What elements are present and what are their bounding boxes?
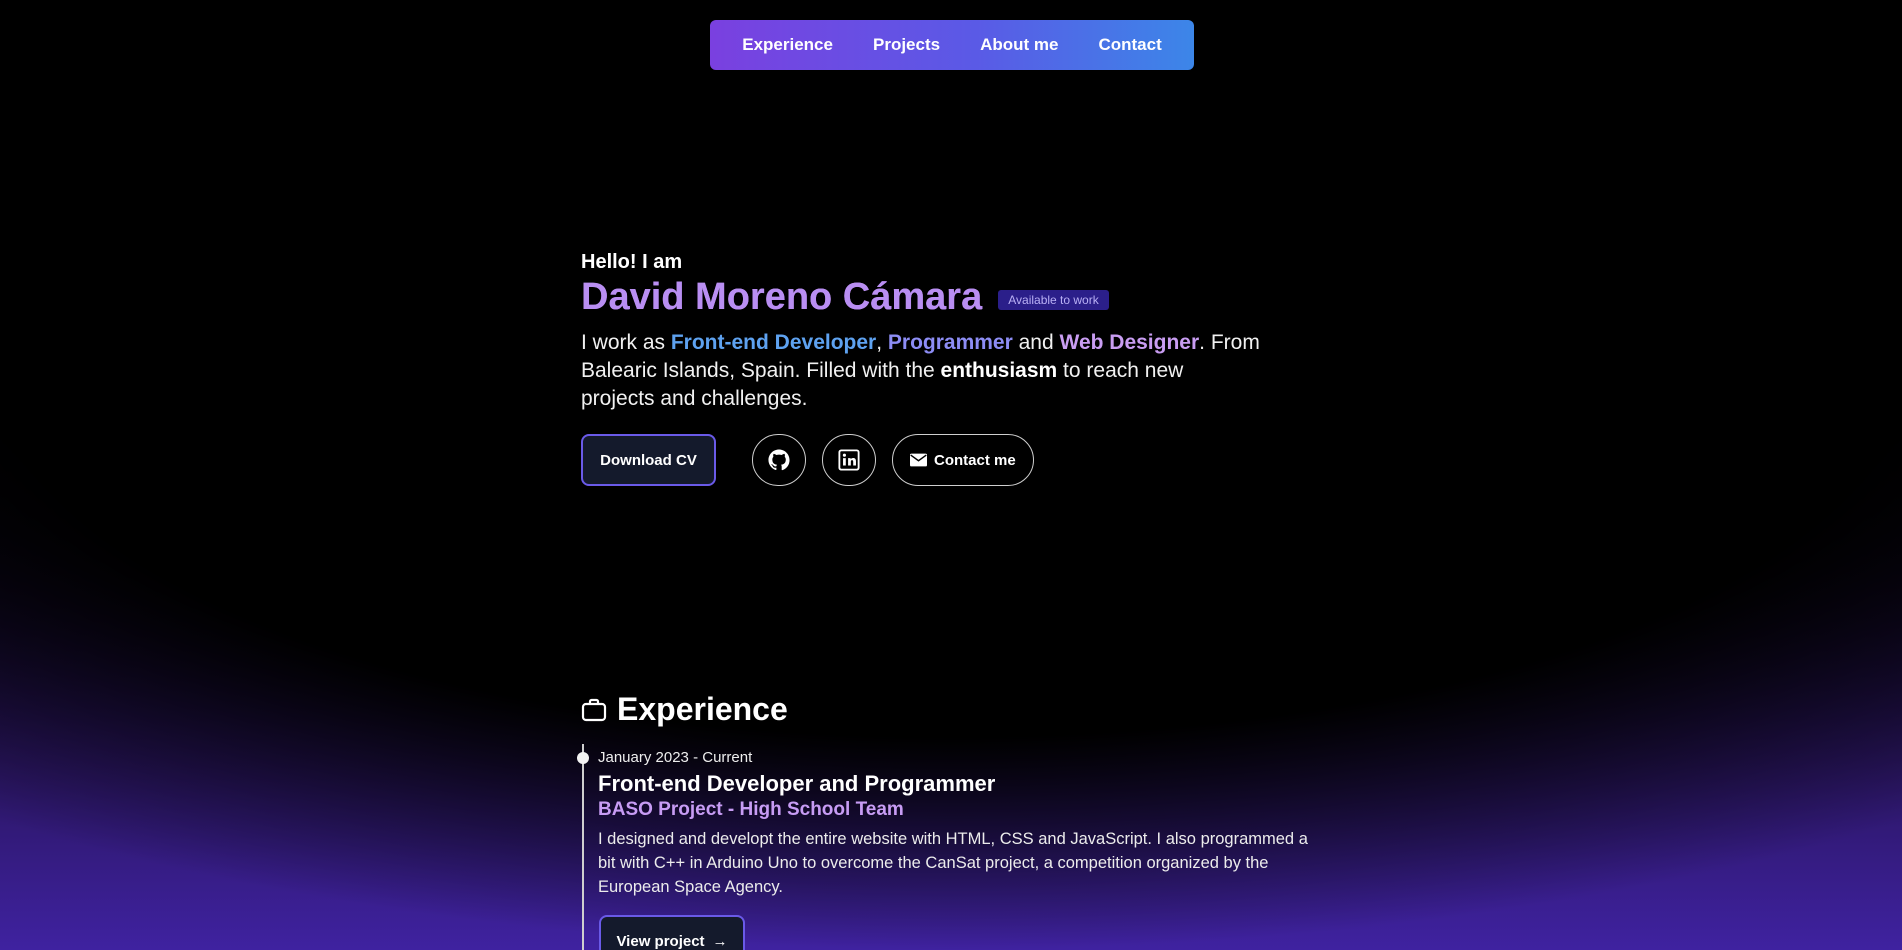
top-nav: Experience Projects About me Contact bbox=[710, 20, 1194, 70]
nav-link-about-me[interactable]: About me bbox=[980, 35, 1058, 55]
view-project-label: View project bbox=[616, 932, 705, 950]
experience-date: January 2023 - Current bbox=[598, 749, 753, 766]
intro-role-frontend: Front-end Developer bbox=[670, 331, 877, 354]
hero-greeting: Hello! I am bbox=[581, 251, 683, 273]
intro-highlight: enthusiasm bbox=[940, 359, 1058, 382]
experience-company: BASO Project - High School Team bbox=[598, 799, 904, 820]
intro-text-3: and bbox=[1012, 331, 1060, 354]
briefcase-icon bbox=[581, 698, 607, 721]
mail-icon bbox=[910, 453, 927, 467]
contact-me-label: Contact me bbox=[934, 451, 1016, 469]
hero-name: David Moreno Cámara bbox=[581, 276, 983, 318]
nav-link-experience[interactable]: Experience bbox=[742, 35, 833, 55]
page: Experience Projects About me Contact Hel… bbox=[0, 0, 1902, 950]
nav-link-projects[interactable]: Projects bbox=[873, 35, 940, 55]
timeline-dot bbox=[577, 752, 589, 764]
arrow-right-icon: → bbox=[712, 932, 728, 950]
github-icon bbox=[768, 449, 790, 471]
github-button[interactable] bbox=[752, 434, 806, 486]
hero-name-row: David Moreno Cámara Available to work bbox=[581, 276, 1109, 319]
linkedin-button[interactable] bbox=[822, 434, 876, 486]
contact-me-button[interactable]: Contact me bbox=[892, 434, 1034, 486]
hero-intro: I work as Front-end Developer, Programme… bbox=[581, 329, 1261, 413]
experience-description: I designed and developt the entire websi… bbox=[598, 830, 1308, 896]
linkedin-icon bbox=[838, 449, 860, 471]
experience-title: Experience bbox=[617, 691, 788, 727]
intro-role-web-designer: Web Designer bbox=[1059, 331, 1200, 354]
experience-heading: Experience bbox=[581, 691, 788, 728]
intro-text-2: , bbox=[876, 331, 888, 354]
intro-text-1: I work as bbox=[581, 331, 671, 354]
experience-role: Front-end Developer and Programmer bbox=[598, 771, 996, 796]
nav-link-contact[interactable]: Contact bbox=[1098, 35, 1161, 55]
hero-actions: Download CV Contact me bbox=[581, 434, 1034, 486]
availability-badge: Available to work bbox=[998, 289, 1109, 310]
download-cv-button[interactable]: Download CV bbox=[581, 434, 716, 486]
timeline-line bbox=[582, 744, 584, 950]
intro-role-programmer: Programmer bbox=[887, 331, 1013, 354]
view-project-button[interactable]: View project → bbox=[599, 915, 745, 950]
